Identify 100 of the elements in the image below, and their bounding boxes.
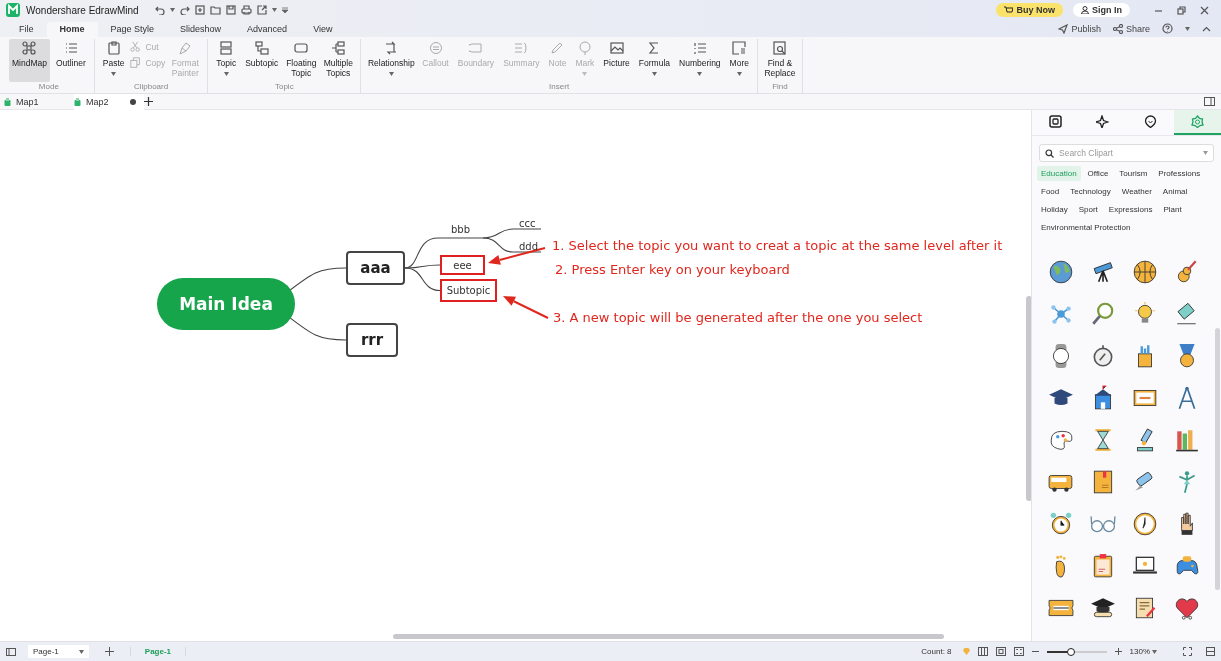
caret-icon <box>697 72 703 76</box>
close-icon[interactable] <box>1200 5 1209 15</box>
document-tab[interactable]: Map1 <box>4 93 74 110</box>
menu-tab[interactable]: Slideshow <box>167 22 235 37</box>
slider-thumb[interactable] <box>1066 647 1075 656</box>
columns-view-icon[interactable] <box>977 647 988 656</box>
header-action-button[interactable]: Share <box>1112 23 1150 34</box>
ribbon-button[interactable]: Subtopic <box>242 39 282 82</box>
panel-toggle-icon[interactable] <box>1204 97 1215 106</box>
ribbon-button[interactable]: Formula <box>635 39 673 82</box>
menu-tab[interactable]: File <box>6 22 47 37</box>
ribbon-button[interactable]: MindMap <box>9 39 50 82</box>
fullscreen-icon[interactable] <box>1183 647 1192 656</box>
menu-tab[interactable]: Page Style <box>97 22 168 37</box>
annotation-text: 3. A new topic will be generated after the one you select <box>553 310 923 325</box>
category-tab[interactable]: Expressions <box>1104 202 1157 217</box>
add-page-icon[interactable] <box>104 647 114 656</box>
page-panel-icon[interactable] <box>6 647 16 656</box>
folder-icon[interactable] <box>209 5 221 15</box>
ribbon-button[interactable]: Numbering <box>676 39 724 82</box>
customize-icon[interactable] <box>281 7 288 13</box>
category-tab[interactable]: Weather <box>1117 184 1156 199</box>
main-topic[interactable]: aaa <box>346 251 405 285</box>
ribbon-button[interactable]: Multiple Topics <box>321 39 356 82</box>
ribbon-button[interactable]: Topic <box>213 39 240 82</box>
clipboard-icon <box>106 41 121 55</box>
globe-icon[interactable] <box>1048 259 1074 285</box>
alarm-clock-icon[interactable] <box>1048 511 1074 537</box>
ribbon-button[interactable]: More <box>726 39 752 82</box>
category-tab[interactable]: Plant <box>1159 202 1186 217</box>
ribbon-button[interactable]: Paste <box>99 39 128 82</box>
category-tab[interactable]: Sport <box>1074 202 1102 217</box>
subtopic[interactable]: Subtopic <box>440 279 497 302</box>
fit-page-icon[interactable] <box>1206 647 1215 656</box>
scrollbar[interactable] <box>393 634 944 639</box>
rectangle-icon <box>294 41 309 55</box>
annotation-text: 1. Select the topic you want to creat a topic at the same level after it <box>552 238 1003 253</box>
menu-tab[interactable]: View <box>300 22 346 37</box>
ribbon-button[interactable]: Floating Topic <box>284 39 319 82</box>
list-icon <box>63 41 78 55</box>
undo-icon[interactable] <box>154 5 165 15</box>
buy-now-button[interactable]: Buy Now <box>996 3 1063 17</box>
basketball-icon[interactable] <box>1132 259 1158 285</box>
page-view-icon[interactable] <box>995 647 1006 656</box>
subtopic[interactable]: ddd <box>517 240 541 253</box>
help-icon[interactable] <box>1162 23 1173 34</box>
ribbon-button[interactable]: Find & Replace <box>762 39 797 82</box>
zoom-in-icon[interactable] <box>1114 648 1122 655</box>
flower-icon <box>1190 115 1204 128</box>
zoom-out-icon[interactable] <box>1031 648 1039 655</box>
search-document-icon <box>772 41 787 55</box>
new-file-icon[interactable] <box>194 5 205 15</box>
scrollbar[interactable] <box>1026 296 1031 501</box>
ribbon-button[interactable]: Relationship <box>366 39 417 82</box>
menu-tab[interactable]: Home <box>46 22 98 37</box>
sparkle-icon <box>1096 115 1110 128</box>
add-tab-icon[interactable] <box>144 97 153 106</box>
print-icon[interactable] <box>240 5 252 15</box>
category-tab[interactable]: Holiday <box>1037 202 1072 217</box>
subtopic[interactable]: ccc <box>517 217 538 230</box>
restore-icon[interactable] <box>1177 5 1186 15</box>
category-tab[interactable]: Professions <box>1154 166 1205 181</box>
save-icon[interactable] <box>225 5 236 15</box>
books-icon[interactable] <box>1174 427 1200 453</box>
export-icon[interactable] <box>256 5 267 15</box>
fit-view-icon[interactable] <box>1013 647 1024 656</box>
category-tab[interactable]: Technology <box>1066 184 1115 199</box>
telescope-icon[interactable] <box>1090 259 1116 285</box>
subtopic[interactable]: bbb <box>449 223 473 236</box>
menu-tab[interactable]: Advanced <box>234 22 301 37</box>
ribbon-button[interactable]: Outliner <box>52 39 89 82</box>
clock-icon[interactable] <box>1132 511 1158 537</box>
ribbon-button[interactable]: Picture <box>600 39 633 82</box>
header-action-button[interactable]: Publish <box>1058 23 1101 34</box>
subtopic-icon <box>254 41 269 55</box>
collapse-icon[interactable] <box>1202 25 1211 32</box>
heart-icon[interactable] <box>1174 595 1200 621</box>
zoom-slider[interactable] <box>1046 650 1107 653</box>
category-tab[interactable]: Tourism <box>1115 166 1152 181</box>
category-tab[interactable]: Animal <box>1158 184 1192 199</box>
page-dropdown[interactable]: Page-1 <box>28 645 89 658</box>
category-tab[interactable]: Food <box>1037 184 1064 199</box>
category-tab[interactable]: Office <box>1083 166 1113 181</box>
main-topic[interactable]: rrr <box>346 323 398 357</box>
redo-icon[interactable] <box>179 5 190 15</box>
scrollbar[interactable] <box>1215 328 1220 590</box>
topic-icon <box>219 41 234 55</box>
category-tab[interactable]: Environmental Protection <box>1037 220 1135 235</box>
connector-icon <box>384 41 399 55</box>
branches-icon <box>331 41 346 55</box>
smiley-pin-icon <box>1143 115 1157 128</box>
subtopic[interactable]: eee <box>440 255 485 275</box>
sign-in-button[interactable]: Sign In <box>1073 3 1130 17</box>
caret-icon <box>78 649 84 654</box>
zoom-level-dropdown[interactable]: 130% <box>1129 647 1157 656</box>
search-field[interactable]: Search Clipart <box>1039 144 1214 162</box>
unsaved-dot-icon <box>130 98 136 105</box>
magnifier-icon[interactable] <box>1090 301 1116 327</box>
caret-icon <box>736 72 742 76</box>
boundary-icon <box>468 41 483 55</box>
